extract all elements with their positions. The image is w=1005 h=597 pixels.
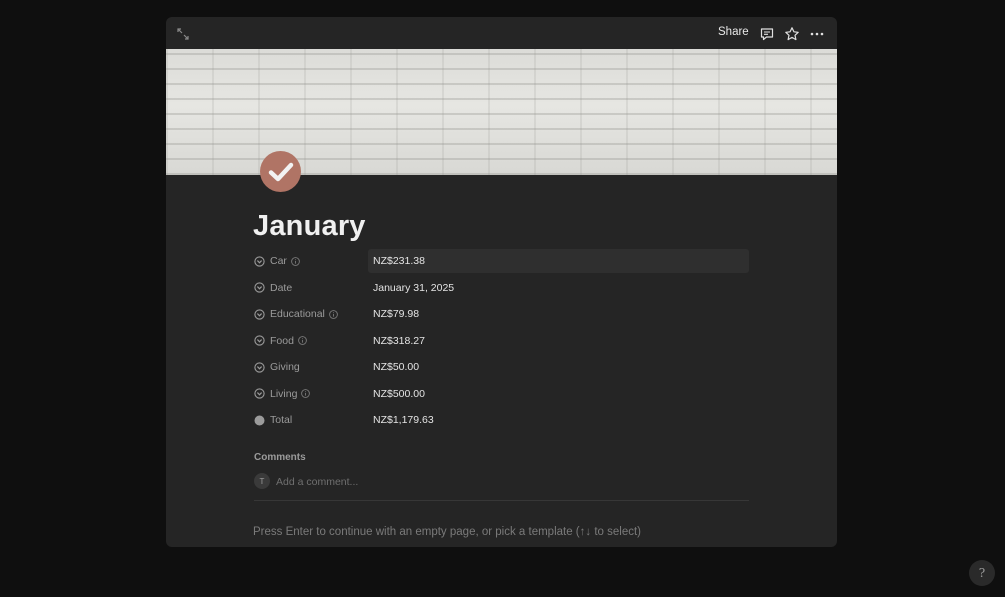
- formula-icon: [254, 308, 265, 320]
- more-icon[interactable]: [809, 26, 825, 42]
- property-value[interactable]: NZ$79.98: [368, 302, 749, 326]
- property-row: Living NZ$500.00: [252, 382, 749, 409]
- property-label: Educational: [270, 308, 325, 320]
- property-label: Car: [270, 255, 287, 267]
- property-row: Date January 31, 2025: [252, 276, 749, 303]
- comment-input[interactable]: [276, 475, 736, 489]
- formula-icon: [254, 255, 265, 267]
- property-row: Food NZ$318.27: [252, 329, 749, 356]
- property-label: Living: [270, 387, 298, 400]
- comments-label: Comments: [254, 452, 306, 463]
- formula-icon: [254, 388, 265, 399]
- property-value[interactable]: NZ$1,179.63: [368, 408, 749, 432]
- info-icon[interactable]: [291, 256, 300, 266]
- property-name[interactable]: Food: [252, 329, 364, 353]
- property-name[interactable]: Car: [252, 249, 364, 273]
- page-modal: Share January Car NZ$231.38 Date January 31…: [166, 17, 837, 547]
- divider: [254, 500, 749, 501]
- expand-icon[interactable]: [176, 27, 190, 41]
- formula-icon: [254, 335, 265, 346]
- info-icon[interactable]: [301, 389, 311, 398]
- template-hint: Press Enter to continue with an empty pa…: [253, 526, 641, 538]
- check-circle-icon[interactable]: [260, 151, 301, 192]
- avatar: T: [254, 473, 270, 489]
- property-name[interactable]: Date: [252, 276, 364, 300]
- page-title[interactable]: January: [253, 210, 366, 243]
- help-button[interactable]: ?: [969, 560, 995, 586]
- formula-icon: [254, 361, 265, 373]
- properties-list: Car NZ$231.38 Date January 31, 2025 Educatio…: [252, 249, 749, 435]
- property-name[interactable]: Living: [252, 382, 364, 406]
- formula-icon: [254, 282, 265, 293]
- star-icon[interactable]: [784, 26, 800, 42]
- topbar: Share: [166, 17, 837, 49]
- share-button[interactable]: Share: [718, 26, 749, 38]
- property-label: Date: [270, 281, 293, 294]
- property-label: Food: [270, 334, 294, 347]
- property-value[interactable]: NZ$231.38: [368, 249, 749, 273]
- property-row: Educational NZ$79.98: [252, 302, 749, 329]
- comment-row: T: [254, 472, 749, 492]
- property-row: Car NZ$231.38: [252, 249, 749, 276]
- dot-icon: [254, 415, 265, 426]
- property-name[interactable]: Giving: [252, 355, 364, 379]
- property-name[interactable]: Educational: [252, 302, 364, 326]
- info-icon[interactable]: [298, 336, 307, 345]
- property-name[interactable]: Total: [252, 408, 364, 432]
- property-value[interactable]: January 31, 2025: [368, 276, 749, 300]
- comment-icon[interactable]: [759, 26, 775, 42]
- property-value[interactable]: NZ$500.00: [368, 382, 749, 406]
- property-row: Giving NZ$50.00: [252, 355, 749, 382]
- property-value[interactable]: NZ$318.27: [368, 329, 749, 353]
- property-value[interactable]: NZ$50.00: [368, 355, 749, 379]
- property-label: Giving: [270, 361, 300, 373]
- property-row: Total NZ$1,179.63: [252, 408, 749, 435]
- info-icon[interactable]: [329, 309, 338, 319]
- property-label: Total: [270, 414, 293, 426]
